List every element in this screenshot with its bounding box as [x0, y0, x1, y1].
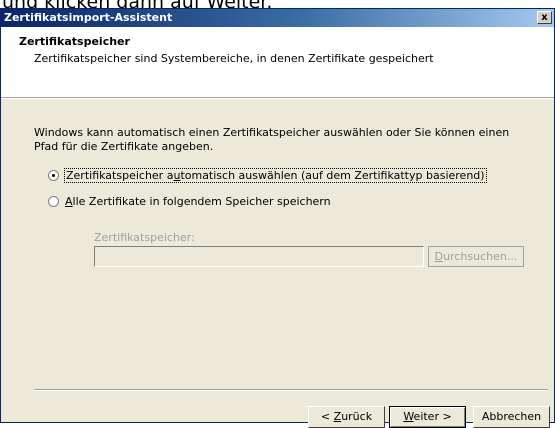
back-button[interactable]: < Zurück [308, 406, 385, 428]
radio-manual-label[interactable]: Alle Zertifikate in folgendem Speicher s… [65, 195, 331, 208]
store-label: Zertifikatspeicher: [94, 231, 195, 244]
intro-text: Windows kann automatisch einen Zertifika… [34, 126, 510, 153]
radio-button-auto[interactable] [48, 169, 59, 181]
store-input [94, 246, 424, 267]
header-title: Zertifikatspeicher [19, 35, 130, 48]
wizard-header: Zertifikatspeicher Zertifikatspeicher si… [1, 27, 554, 97]
close-icon: x [541, 12, 548, 23]
window-title: Zertifikatsimport-Assistent [4, 11, 173, 24]
footer-separator [34, 389, 548, 391]
header-subtitle: Zertifikatspeicher sind Systembereiche, … [34, 52, 434, 65]
browse-button: Durchsuchen... [428, 246, 524, 267]
title-bar: Zertifikatsimport-Assistent x [1, 9, 554, 27]
close-button[interactable]: x [537, 11, 552, 24]
radio-button-manual[interactable] [48, 195, 59, 207]
certificate-import-wizard-dialog: Zertifikatsimport-Assistent x Zertifikat… [0, 8, 555, 428]
radio-auto-label[interactable]: Zertifikatspeicher automatisch auswählen… [64, 167, 487, 183]
header-separator [1, 97, 554, 99]
next-button[interactable]: Weiter > [389, 406, 466, 428]
radio-auto-select[interactable]: Zertifikatspeicher automatisch auswählen… [48, 167, 487, 183]
cancel-button[interactable]: Abbrechen [473, 406, 550, 428]
radio-manual-store[interactable]: Alle Zertifikate in folgendem Speicher s… [48, 193, 331, 209]
